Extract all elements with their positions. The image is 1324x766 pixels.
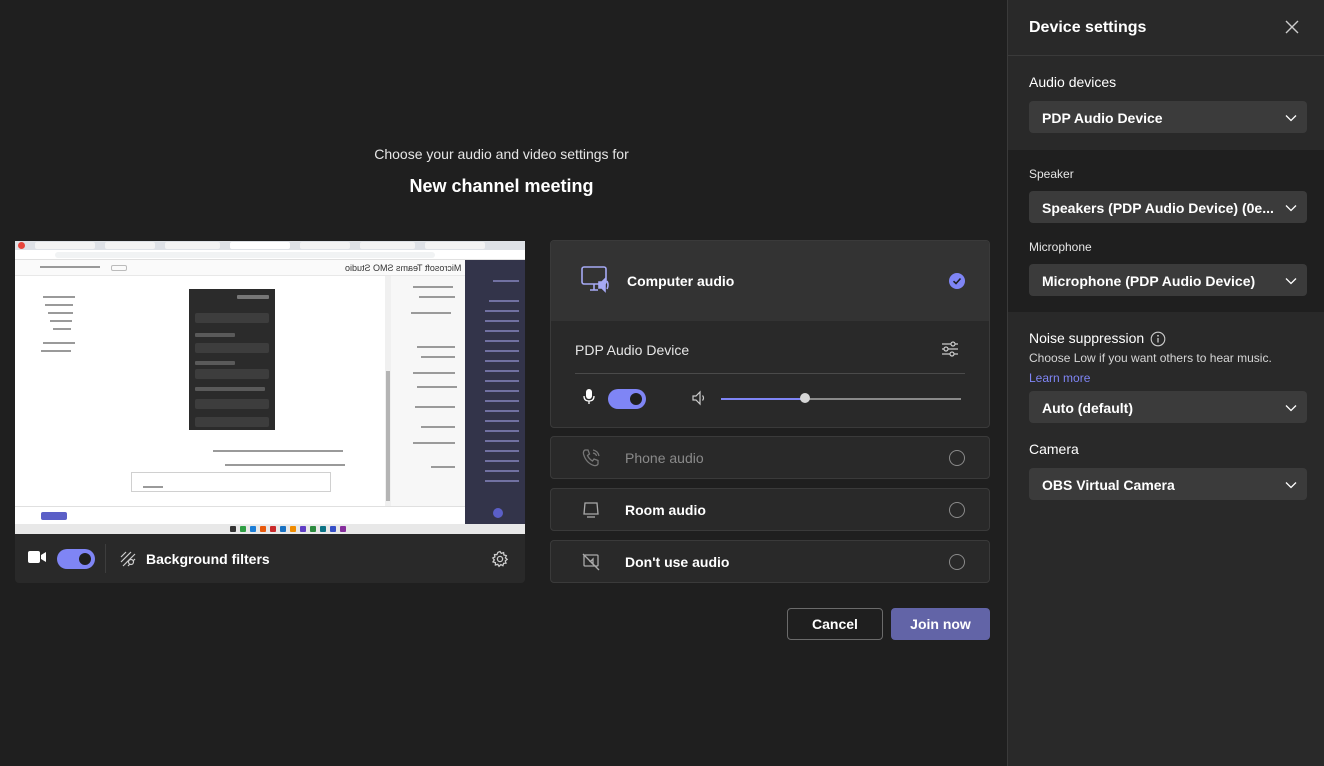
chevron-down-icon <box>1285 478 1297 496</box>
chevron-down-icon <box>1285 111 1297 129</box>
no-audio-radio[interactable] <box>949 554 965 570</box>
chevron-down-icon <box>1285 274 1297 292</box>
video-control-bar: Background filters <box>15 534 525 583</box>
preview-taskbar <box>15 524 525 534</box>
no-audio-label: Don't use audio <box>625 554 730 570</box>
noise-suppression-dropdown[interactable]: Auto (default) <box>1029 391 1307 423</box>
camera-toggle[interactable] <box>57 549 95 569</box>
info-icon[interactable] <box>1150 331 1166 352</box>
noise-suppression-hint: Choose Low if you want others to hear mu… <box>1029 351 1272 365</box>
camera-value: OBS Virtual Camera <box>1042 477 1175 493</box>
preview-window-title: Microsoft Teams SMO Studio <box>345 263 462 273</box>
computer-audio-label: Computer audio <box>627 273 735 289</box>
no-audio-icon <box>581 552 601 577</box>
phone-audio-option[interactable]: Phone audio <box>550 436 990 479</box>
phone-audio-radio[interactable] <box>949 450 965 466</box>
audio-devices-label: Audio devices <box>1029 74 1117 90</box>
preview-teams-sidebar <box>465 260 525 524</box>
preview-right-list <box>391 276 465 506</box>
phone-icon <box>581 448 601 473</box>
computer-audio-icon <box>581 266 611 299</box>
no-audio-option[interactable]: Don't use audio <box>550 540 990 583</box>
speaker-volume-fill <box>721 398 805 400</box>
room-audio-radio[interactable] <box>949 502 965 518</box>
room-audio-label: Room audio <box>625 502 706 518</box>
microphone-icon <box>583 389 595 410</box>
background-filters-button[interactable]: Background filters <box>146 551 270 567</box>
room-icon <box>581 500 601 525</box>
noise-suppression-value: Auto (default) <box>1042 400 1133 416</box>
phone-audio-label: Phone audio <box>625 450 704 466</box>
device-settings-panel: Device settings Audio devices PDP Audio … <box>1007 0 1324 766</box>
join-now-button[interactable]: Join now <box>891 608 990 640</box>
microphone-label: Microphone <box>1029 240 1092 254</box>
microphone-dropdown[interactable]: Microphone (PDP Audio Device) <box>1029 264 1307 296</box>
preview-dark-panel <box>189 289 275 430</box>
camera-label: Camera <box>1029 441 1079 457</box>
prejoin-main: Choose your audio and video settings for… <box>0 0 1007 766</box>
gear-icon[interactable] <box>491 550 509 573</box>
speaker-volume-thumb[interactable] <box>800 393 810 403</box>
computer-audio-option[interactable]: Computer audio <box>551 241 989 321</box>
preview-browser-tabbar <box>15 241 525 250</box>
audio-devices-value: PDP Audio Device <box>1042 110 1163 126</box>
speaker-icon <box>691 390 707 411</box>
camera-icon <box>28 550 46 569</box>
prejoin-subtitle: Choose your audio and video settings for <box>374 146 629 162</box>
computer-audio-check <box>949 273 965 289</box>
microphone-toggle[interactable] <box>608 389 646 409</box>
learn-more-link[interactable]: Learn more <box>1029 371 1090 385</box>
computer-audio-card: Computer audio PDP Audio Device <box>550 240 990 428</box>
audio-devices-dropdown[interactable]: PDP Audio Device <box>1029 101 1307 133</box>
background-filters-icon[interactable] <box>120 551 136 572</box>
camera-dropdown[interactable]: OBS Virtual Camera <box>1029 468 1307 500</box>
speaker-label: Speaker <box>1029 167 1074 181</box>
chevron-down-icon <box>1285 201 1297 219</box>
audio-settings-icon[interactable] <box>941 340 959 363</box>
panel-title: Device settings <box>1029 19 1147 36</box>
microphone-value: Microphone (PDP Audio Device) <box>1042 273 1256 289</box>
audio-device-name: PDP Audio Device <box>575 342 690 358</box>
video-preview: Microsoft Teams SMO Studio <box>15 241 525 534</box>
preview-app-bar: Microsoft Teams SMO Studio <box>15 260 465 276</box>
close-icon[interactable] <box>1284 19 1300 40</box>
noise-suppression-label: Noise suppression <box>1029 330 1145 346</box>
room-audio-option[interactable]: Room audio <box>550 488 990 531</box>
speaker-value: Speakers (PDP Audio Device) (0e... <box>1042 200 1274 216</box>
chevron-down-icon <box>1285 401 1297 419</box>
preview-browser-urlbar <box>15 250 525 260</box>
speaker-dropdown[interactable]: Speakers (PDP Audio Device) (0e... <box>1029 191 1307 223</box>
cancel-button[interactable]: Cancel <box>787 608 883 640</box>
meeting-title: New channel meeting <box>409 176 594 196</box>
